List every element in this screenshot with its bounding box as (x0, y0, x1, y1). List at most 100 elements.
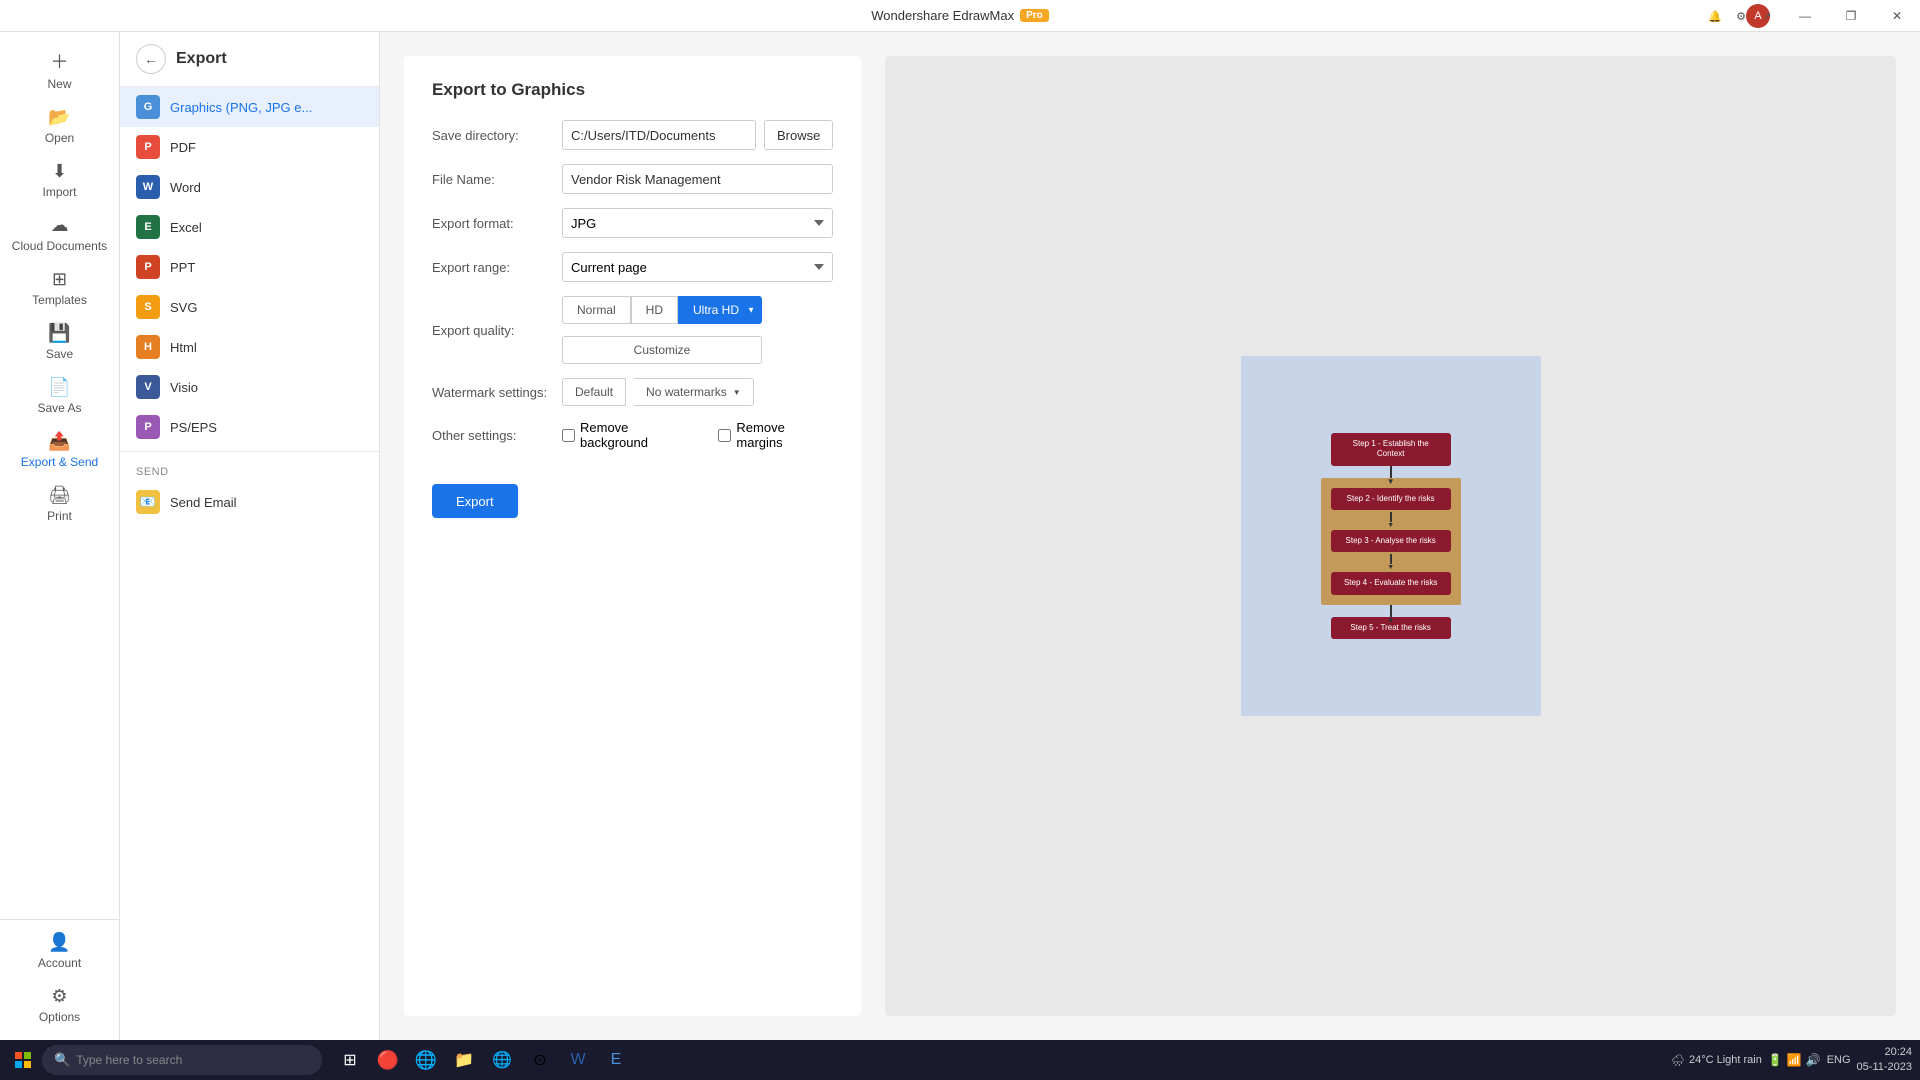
sidebar-item-import[interactable]: ⬇ Import (0, 153, 119, 207)
titlebar: Wondershare EdrawMax Pro A 🔔 ⚙ ↗ — ❐ ✕ (0, 0, 1920, 32)
edge-icon: 🌐 (492, 1050, 512, 1070)
other-settings-row: Other settings: Remove background Remove… (432, 420, 833, 450)
volume-icon: 🔊 (1806, 1053, 1821, 1067)
sidebar-item-print[interactable]: 🖨 Print (0, 477, 119, 531)
format-item-svg[interactable]: S SVG (120, 287, 379, 327)
restore-button[interactable]: ❐ (1828, 0, 1874, 32)
export-format-label: Export format: (432, 216, 552, 231)
sidebar-item-cloud[interactable]: ☁ Cloud Documents (0, 207, 119, 261)
flow-arrow-3 (1390, 554, 1392, 564)
taskbar-app-browser1[interactable]: 🔴 (370, 1042, 406, 1078)
preview-area: Step 1 - Establish the Context Step 2 - … (885, 56, 1896, 1016)
graphics-format-icon: G (136, 95, 160, 119)
sidebar-item-export[interactable]: 📤 Export & Send (0, 423, 119, 477)
app-title: Wondershare EdrawMax Pro (871, 8, 1049, 23)
export-panel: Export to Graphics Save directory: Brows… (380, 32, 1920, 1040)
taskbar-app-chrome[interactable]: ⊙ (522, 1042, 558, 1078)
other-settings-label: Other settings: (432, 428, 552, 443)
export-quality-label: Export quality: (432, 323, 552, 338)
format-item-pseps[interactable]: P PS/EPS (120, 407, 379, 447)
customize-button[interactable]: Customize (562, 336, 762, 364)
taskbar-app-browser2[interactable]: 🌐 (408, 1042, 444, 1078)
send-email-item[interactable]: 📧 Send Email (120, 482, 379, 522)
sidebar-narrow: ＋ New 📂 Open ⬇ Import ☁ Cloud Documents … (0, 32, 120, 1040)
word-format-icon: W (136, 175, 160, 199)
weather-icon: 🌧 (1671, 1054, 1685, 1067)
remove-margins-input[interactable] (718, 429, 731, 442)
file-name-label: File Name: (432, 172, 552, 187)
taskbar-search[interactable]: 🔍 Type here to search (42, 1045, 322, 1075)
sidebar-item-save[interactable]: 💾 Save (0, 315, 119, 369)
remove-margins-checkbox[interactable]: Remove margins (718, 420, 833, 450)
taskbar-app-edge[interactable]: 🌐 (484, 1042, 520, 1078)
quality-ultra-hd-button[interactable]: Ultra HD (678, 296, 762, 324)
saveas-icon: 📄 (48, 377, 70, 398)
export-quality-row: Export quality: Normal HD Ultra HD Custo… (432, 296, 833, 364)
files-icon: 📁 (454, 1050, 474, 1070)
export-range-label: Export range: (432, 260, 552, 275)
sidebar-bottom: 👤 Account ⚙ Options (0, 919, 119, 1032)
taskbar-app-files[interactable]: 📁 (446, 1042, 482, 1078)
format-item-graphics[interactable]: G Graphics (PNG, JPG e... (120, 87, 379, 127)
word-taskbar-icon: W (570, 1051, 585, 1069)
back-button[interactable]: ← (136, 44, 166, 74)
format-item-ppt[interactable]: P PPT (120, 247, 379, 287)
export-format-select[interactable]: JPG PNG BMP (562, 208, 833, 238)
templates-icon: ⊞ (52, 269, 67, 290)
cloud-icon: ☁ (51, 215, 69, 236)
format-item-word[interactable]: W Word (120, 167, 379, 207)
start-button[interactable] (8, 1045, 38, 1075)
pdf-format-icon: P (136, 135, 160, 159)
import-icon: ⬇ (52, 161, 67, 182)
taskbar-app-word[interactable]: W (560, 1042, 596, 1078)
remove-background-input[interactable] (562, 429, 575, 442)
sidebar-item-new[interactable]: ＋ New (0, 40, 119, 99)
settings-icon[interactable]: ⚙ (1730, 5, 1752, 27)
print-icon: 🖨 (48, 485, 71, 506)
watermark-label: Watermark settings: (432, 385, 552, 400)
file-name-control (562, 164, 833, 194)
quality-hd-button[interactable]: HD (631, 296, 678, 324)
file-name-input[interactable] (562, 164, 833, 194)
sidebar-item-account[interactable]: 👤 Account (0, 924, 119, 978)
watermark-default-button[interactable]: Default (562, 378, 626, 406)
export-icon: 📤 (48, 431, 70, 452)
export-quality-control: Normal HD Ultra HD Customize (562, 296, 833, 364)
file-name-row: File Name: (432, 164, 833, 194)
export-button[interactable]: Export (432, 484, 518, 518)
visio-format-icon: V (136, 375, 160, 399)
taskbar-app-widgets[interactable]: ⊞ (332, 1042, 368, 1078)
taskbar-clock: 20:24 05-11-2023 (1857, 1045, 1912, 1076)
browse-button[interactable]: Browse (764, 120, 833, 150)
battery-icon: 🔋 (1768, 1053, 1783, 1067)
save-directory-label: Save directory: (432, 128, 552, 143)
sidebar-item-templates[interactable]: ⊞ Templates (0, 261, 119, 315)
sidebar-item-saveas[interactable]: 📄 Save As (0, 369, 119, 423)
sidebar-item-open[interactable]: 📂 Open (0, 99, 119, 153)
remove-background-checkbox[interactable]: Remove background (562, 420, 698, 450)
preview-inner: Step 1 - Establish the Context Step 2 - … (1241, 356, 1541, 716)
taskbar-weather: 🌧 24°C Light rain (1671, 1054, 1762, 1067)
notification-icon[interactable]: 🔔 (1704, 5, 1726, 27)
export-range-select[interactable]: Current page All pages (562, 252, 833, 282)
watermark-select-button[interactable]: No watermarks (634, 378, 754, 406)
sidebar-item-options[interactable]: ⚙ Options (0, 978, 119, 1032)
format-item-html[interactable]: H Html (120, 327, 379, 367)
browser2-icon: 🌐 (415, 1050, 437, 1071)
flow-step-1: Step 1 - Establish the Context (1331, 433, 1451, 466)
close-button[interactable]: ✕ (1874, 0, 1920, 32)
export-sidebar: ← Export G Graphics (PNG, JPG e... P PDF… (120, 32, 380, 1040)
share-icon[interactable]: ↗ (1756, 5, 1778, 27)
quality-normal-button[interactable]: Normal (562, 296, 631, 324)
save-directory-input[interactable] (562, 120, 756, 150)
taskbar-app-edraw[interactable]: E (598, 1042, 634, 1078)
format-item-excel[interactable]: E Excel (120, 207, 379, 247)
format-item-pdf[interactable]: P PDF (120, 127, 379, 167)
checkbox-row: Remove background Remove margins (562, 420, 833, 450)
export-range-control: Current page All pages (562, 252, 833, 282)
format-item-visio[interactable]: V Visio (120, 367, 379, 407)
flow-arrow-2 (1390, 512, 1392, 522)
other-settings-control: Remove background Remove margins (562, 420, 833, 450)
open-icon: 📂 (48, 107, 70, 128)
minimize-button[interactable]: — (1782, 0, 1828, 32)
